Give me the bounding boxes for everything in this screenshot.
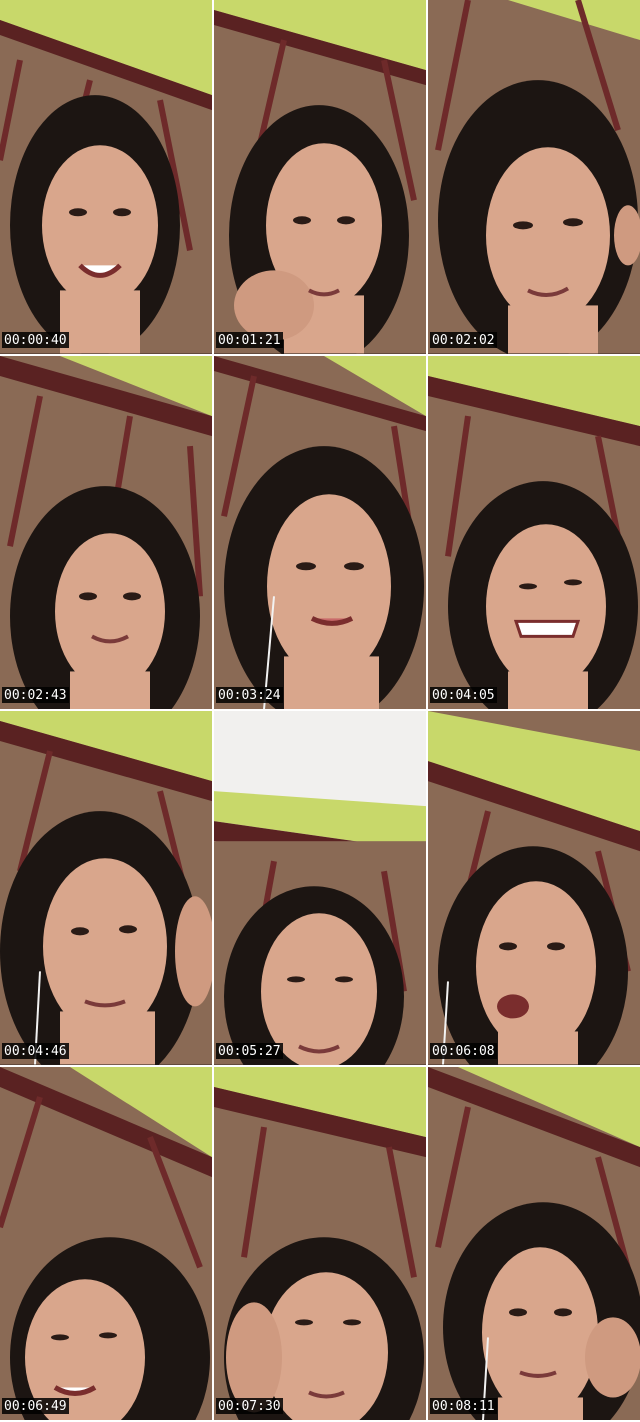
timestamp-label: 00:00:40 [2,331,69,348]
video-frame-4: 00:02:43 [0,355,212,709]
video-frame-2: 00:01:21 [214,0,426,354]
frame-image [214,1066,426,1420]
timestamp-label: 00:05:27 [216,1042,283,1059]
video-frame-9: 00:06:08 [428,711,640,1065]
video-frame-6: 00:04:05 [428,355,640,709]
timestamp-label: 00:02:43 [2,687,69,703]
frame-image [428,0,640,354]
timestamp-label: 00:06:08 [430,1042,497,1059]
video-frame-10: 00:06:49 [0,1066,212,1420]
frame-image [0,0,212,354]
timestamp-label: 00:06:49 [2,1398,69,1414]
frame-image [0,355,212,709]
frame-image [428,1066,640,1420]
frame-image [0,711,212,1065]
video-frame-8: 00:05:27 [214,711,426,1065]
timestamp-label: 00:01:21 [216,331,283,348]
frame-image [0,1066,212,1420]
frame-image [214,0,426,354]
timestamp-label: 00:02:02 [430,331,497,348]
frame-image [214,355,426,709]
video-frame-3: 00:02:02 [428,0,640,354]
timestamp-label: 00:04:46 [2,1042,69,1059]
video-frame-11: 00:07:30 [214,1066,426,1420]
timestamp-label: 00:03:24 [216,687,283,703]
timestamp-label: 00:07:30 [216,1398,283,1414]
video-frame-12: 00:08:11 [428,1066,640,1420]
video-frame-7: 00:04:46 [0,711,212,1065]
timestamp-label: 00:08:11 [430,1398,497,1414]
frame-image [214,711,426,1065]
video-thumbnail-grid: 00:00:40 00:01:21 00:02:02 00:02:43 00:0… [0,0,640,1422]
timestamp-label: 00:04:05 [430,687,497,703]
video-frame-1: 00:00:40 [0,0,212,354]
video-frame-5: 00:03:24 [214,355,426,709]
frame-image [428,711,640,1065]
frame-image [428,355,640,709]
